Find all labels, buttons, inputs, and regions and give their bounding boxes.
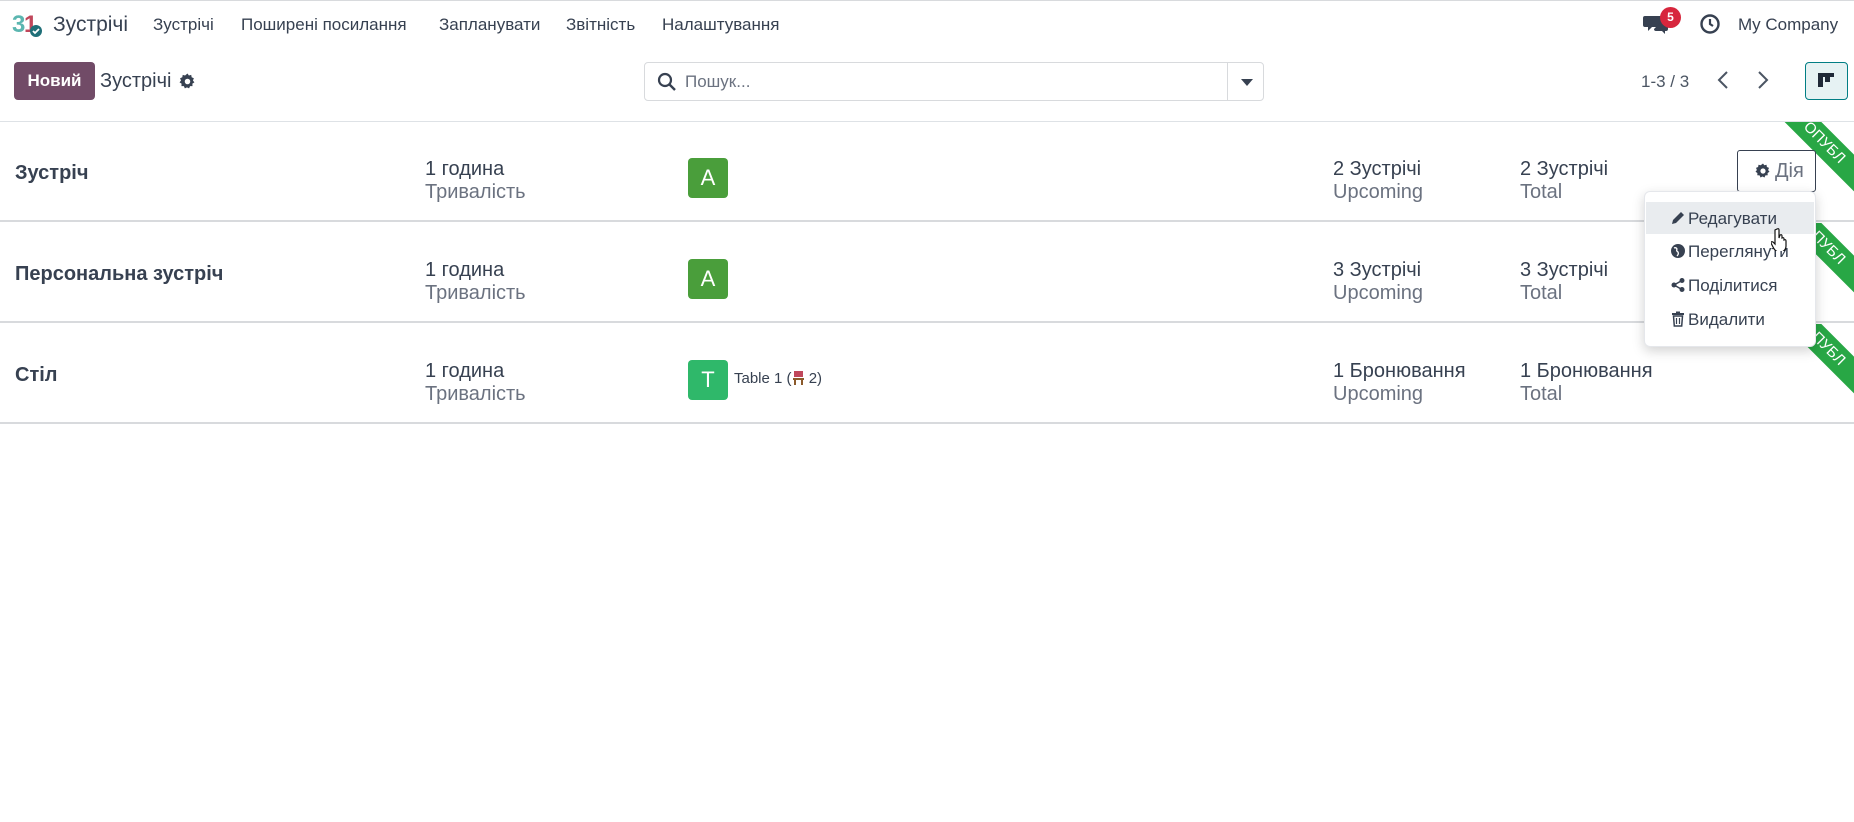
clock-icon[interactable] xyxy=(1699,13,1721,35)
appointments-logo-icon[interactable]: 3 1 xyxy=(12,10,44,38)
top-navbar: 3 1 Зустрічі Зустрічі Поширені посилання… xyxy=(0,0,1854,48)
total-label: Total xyxy=(1520,181,1563,203)
action-dropdown-menu: Редагувати Переглянути Поділитися Видали… xyxy=(1644,191,1816,347)
menu-item-label: Поділитися xyxy=(1688,276,1778,295)
duration-label: Тривалість xyxy=(425,383,526,405)
kanban-view-button[interactable] xyxy=(1805,62,1848,100)
menu-reporting[interactable]: Звітність xyxy=(566,15,635,35)
breadcrumb: Зустрічі xyxy=(100,70,172,92)
control-panel: Новий Зустрічі 1-3 / 3 xyxy=(0,48,1854,122)
upcoming-label: Upcoming xyxy=(1333,181,1424,203)
search-options-toggle[interactable] xyxy=(1227,63,1263,100)
gear-icon xyxy=(1755,163,1770,178)
total-label: Total xyxy=(1520,282,1563,304)
globe-icon xyxy=(1671,244,1685,258)
action-button-label: Дія xyxy=(1775,160,1804,182)
upcoming-value[interactable]: 2 Зустрічі xyxy=(1333,158,1421,181)
action-button[interactable]: Дія xyxy=(1737,150,1816,192)
total-value[interactable]: 2 Зустрічі xyxy=(1520,158,1608,181)
kanban-icon xyxy=(1818,73,1834,87)
kanban-record[interactable]: Персональна зустріч 1 година Тривалість … xyxy=(0,223,1854,323)
record-title: Персональна зустріч xyxy=(15,263,224,285)
kanban-record[interactable]: Стіл 1 година Тривалість T Table 1 ( 2) … xyxy=(0,324,1854,424)
upcoming-value[interactable]: 1 Бронювання xyxy=(1333,360,1466,383)
resource-name: Table 1 ( xyxy=(734,370,792,387)
resource-seats: 2) xyxy=(804,370,823,387)
menu-item-label: Видалити xyxy=(1688,310,1765,329)
total-value[interactable]: 1 Бронювання xyxy=(1520,360,1653,383)
new-button[interactable]: Новий xyxy=(14,62,95,100)
resource-capacity: Table 1 ( 2) xyxy=(734,370,822,387)
avatar[interactable]: A xyxy=(688,158,728,198)
upcoming-value[interactable]: 3 Зустрічі xyxy=(1333,259,1421,282)
chat-counter-badge: 5 xyxy=(1660,7,1681,28)
total-label: Total xyxy=(1520,383,1563,405)
menu-item-label: Редагувати xyxy=(1688,209,1777,228)
menu-schedule[interactable]: Запланувати xyxy=(439,15,540,35)
record-title: Зустріч xyxy=(15,162,89,184)
duration-label: Тривалість xyxy=(425,282,526,304)
chair-icon xyxy=(792,371,804,385)
pencil-icon xyxy=(1672,212,1684,224)
menu-shared-links[interactable]: Поширені посилання xyxy=(241,15,407,35)
menu-settings[interactable]: Налаштування xyxy=(662,15,780,35)
chevron-right-icon[interactable] xyxy=(1751,68,1773,92)
search-icon xyxy=(657,72,676,91)
avatar[interactable]: A xyxy=(688,259,728,299)
kanban-record[interactable]: Зустріч 1 година Тривалість A 2 Зустрічі… xyxy=(0,122,1854,222)
hand-cursor-icon xyxy=(1771,228,1787,251)
pager-value[interactable]: 1-3 / 3 xyxy=(1641,72,1689,92)
duration-value: 1 година xyxy=(425,360,505,382)
duration-label: Тривалість xyxy=(425,181,526,203)
search-bar xyxy=(644,62,1264,101)
upcoming-label: Upcoming xyxy=(1333,282,1424,304)
upcoming-label: Upcoming xyxy=(1333,383,1424,405)
trash-icon xyxy=(1672,311,1684,327)
share-icon xyxy=(1671,278,1685,292)
duration-value: 1 година xyxy=(425,259,505,281)
company-switcher[interactable]: My Company xyxy=(1738,15,1838,35)
chevron-left-icon[interactable] xyxy=(1713,68,1735,92)
duration-value: 1 година xyxy=(425,158,505,180)
record-title: Стіл xyxy=(15,364,58,386)
search-input[interactable] xyxy=(685,71,1205,93)
menu-appointments[interactable]: Зустрічі xyxy=(153,15,214,35)
menu-item-delete[interactable]: Видалити xyxy=(1646,303,1814,335)
app-name[interactable]: Зустрічі xyxy=(53,13,128,37)
avatar[interactable]: T xyxy=(688,360,728,400)
menu-item-share[interactable]: Поділитися xyxy=(1646,269,1814,301)
gear-icon[interactable] xyxy=(179,73,196,90)
total-value[interactable]: 3 Зустрічі xyxy=(1520,259,1608,282)
